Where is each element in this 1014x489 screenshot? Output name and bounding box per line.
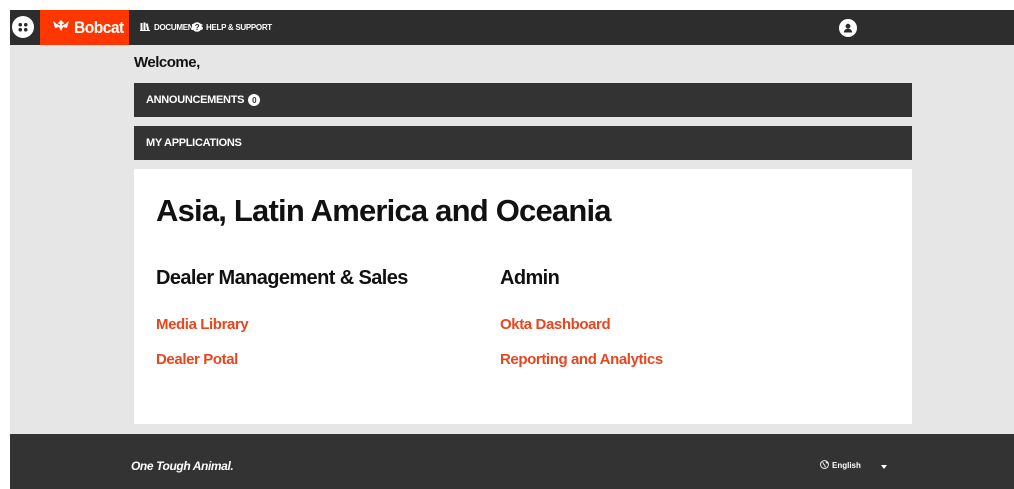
brand-logo[interactable]: Bobcat — [40, 10, 129, 45]
region-title: Asia, Latin America and Oceania — [156, 193, 612, 228]
documents-icon — [140, 22, 154, 33]
language-label: English — [832, 461, 861, 470]
user-avatar-icon[interactable] — [839, 19, 857, 37]
announcements-bar[interactable]: ANNOUNCEMENTS 0 — [134, 83, 912, 117]
help-circle-icon: ? — [192, 21, 206, 34]
app-link-okta-dashboard[interactable]: Okta Dashboard — [500, 316, 611, 333]
bobcat-logo-icon — [52, 19, 70, 37]
footer: One Tough Animal. English — [10, 434, 1014, 489]
app-link-media-library[interactable]: Media Library — [156, 316, 249, 333]
welcome-heading: Welcome, — [134, 54, 200, 71]
svg-text:?: ? — [195, 23, 200, 32]
applications-card: Asia, Latin America and Oceania Dealer M… — [134, 169, 912, 424]
announcements-count-badge: 0 — [248, 94, 261, 106]
main-content: Welcome, ANNOUNCEMENTS 0 MY APPLICATIONS… — [10, 45, 1014, 434]
language-selector[interactable]: English — [820, 460, 861, 471]
brand-name: Bobcat — [74, 17, 124, 37]
app-link-dealer-portal[interactable]: Dealer Potal — [156, 351, 238, 368]
group-title-dealer-management: Dealer Management & Sales — [156, 267, 408, 289]
page: Bobcat DOCUMENTS ? HELP & SUPPORT Welcom… — [0, 0, 1014, 489]
my-applications-bar[interactable]: MY APPLICATIONS — [134, 126, 912, 160]
top-navigation-bar: Bobcat DOCUMENTS ? HELP & SUPPORT — [10, 10, 1014, 45]
my-applications-label: MY APPLICATIONS — [146, 137, 242, 149]
chevron-down-icon[interactable] — [881, 465, 887, 469]
globe-icon — [820, 460, 832, 471]
announcements-label: ANNOUNCEMENTS — [146, 94, 245, 106]
help-support-link[interactable]: ? HELP & SUPPORT — [192, 10, 272, 45]
app-link-reporting-analytics[interactable]: Reporting and Analytics — [500, 351, 663, 368]
group-title-admin: Admin — [500, 267, 560, 289]
help-support-label: HELP & SUPPORT — [206, 23, 272, 32]
footer-tagline: One Tough Animal. — [131, 459, 234, 473]
apps-grid-icon[interactable] — [12, 16, 34, 38]
